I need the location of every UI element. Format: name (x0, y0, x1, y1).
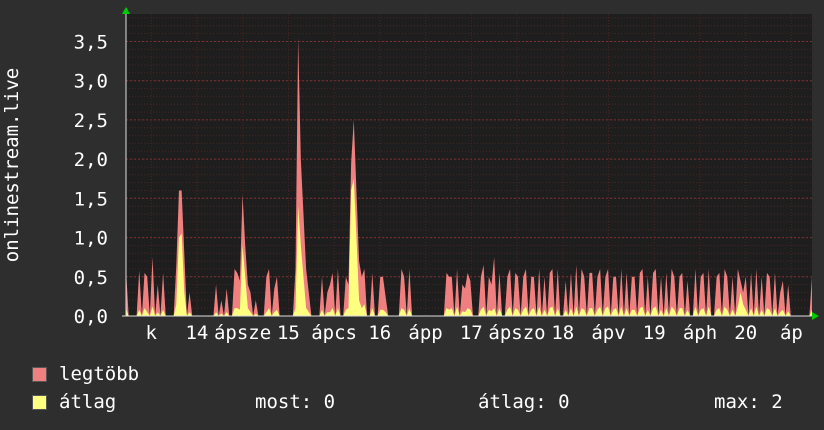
legend-item-avg: átlag (32, 391, 116, 413)
x-tick-label: ápszo (488, 322, 545, 344)
y-tick-label: 0,5 (74, 267, 108, 289)
x-tick-label: k (145, 322, 157, 344)
legend-item-max: legtöbb (32, 363, 139, 385)
x-tick-label: 20 (734, 322, 757, 344)
stat-now: most: 0 (255, 391, 336, 413)
legend-swatch-avg (32, 394, 47, 410)
x-tick-labels: k 14 ápsze 15 ápcs 16 ápp 17 ápszo 18 ápv 19 áph 20 áp (145, 322, 802, 344)
y-axis-label: onlinestream.live (1, 68, 23, 262)
y-tick-label: 0,0 (74, 306, 108, 328)
x-tick-label: áp (780, 322, 803, 344)
x-tick-label: 17 (460, 322, 483, 344)
y-tick-label: 1,0 (74, 228, 108, 250)
x-tick-label: 14 (185, 322, 208, 344)
y-axis-arrow (122, 7, 130, 14)
y-tick-label: 2,0 (74, 149, 108, 171)
y-tick-label: 2,5 (74, 110, 108, 132)
x-tick-label: 15 (277, 322, 300, 344)
y-tick-label: 1,5 (74, 188, 108, 210)
y-tick-labels: 0,0 0,5 1,0 1,5 2,0 2,5 3,0 3,5 (74, 32, 108, 329)
x-tick-label: ápv (591, 322, 625, 344)
x-tick-label: 16 (368, 322, 391, 344)
x-tick-label: ápp (408, 322, 442, 344)
x-tick-label: 18 (551, 322, 574, 344)
y-tick-label: 3,5 (74, 32, 108, 54)
stat-max: max: 2 (714, 391, 783, 413)
legend-label-max: legtöbb (59, 363, 140, 385)
legend-label-avg: átlag (59, 391, 117, 413)
legend-swatch-max (32, 366, 47, 382)
x-tick-label: ápsze (214, 322, 271, 344)
x-tick-label: 19 (643, 322, 666, 344)
x-tick-label: áph (683, 322, 717, 344)
y-tick-label: 3,0 (74, 71, 108, 93)
plot-area (126, 14, 812, 316)
x-tick-label: ápcs (311, 322, 357, 344)
stat-average: átlag: 0 (478, 391, 570, 413)
x-axis-arrow (812, 312, 819, 320)
